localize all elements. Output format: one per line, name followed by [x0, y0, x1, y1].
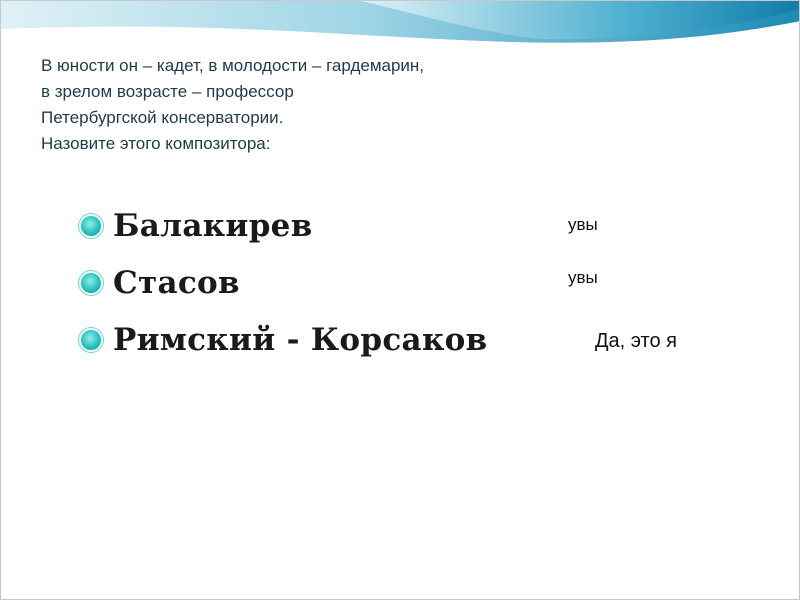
slide: В юности он – кадет, в молодости – гарде… [0, 0, 800, 600]
reply-text-balakirev: увы [568, 215, 598, 234]
teal-circle-bullet-icon [79, 327, 103, 352]
answer-option-balakirev[interactable]: Балакирев [79, 197, 487, 254]
answer-option-label: Римский - Корсаков [113, 321, 488, 358]
question-text: В юности он – кадет, в молодости – гарде… [41, 56, 425, 153]
answer-option-label: Балакирев [113, 207, 313, 244]
answer-option-rimsky-korsakov[interactable]: Римский - Корсаков [79, 311, 487, 368]
answer-option-label: Стасов [113, 264, 240, 301]
answer-option-stasov[interactable]: Стасов [79, 254, 487, 311]
reply-text-stasov: увы [568, 268, 598, 287]
reply-text-rimsky-korsakov: Да, это я [595, 330, 677, 352]
teal-circle-bullet-icon [79, 213, 103, 238]
teal-circle-bullet-icon [79, 270, 103, 295]
answer-options-list: Балакирев Стасов Римский - Корсаков [79, 197, 487, 368]
